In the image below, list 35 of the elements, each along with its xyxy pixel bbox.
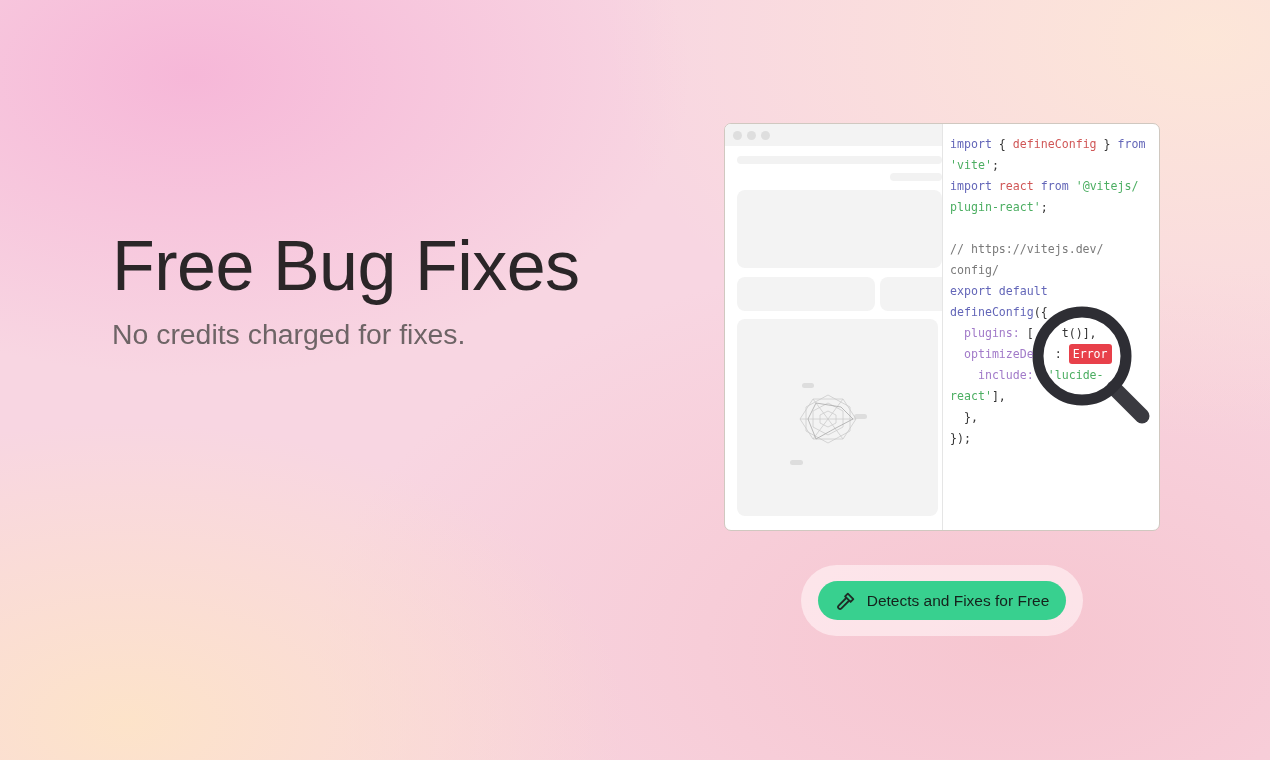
code-token: }, xyxy=(962,410,978,424)
code-token: ({ xyxy=(1033,305,1048,319)
code-token: ; xyxy=(991,158,999,172)
code-token: }); xyxy=(950,431,971,445)
code-token: [ xyxy=(1025,326,1034,340)
code-token: ; xyxy=(1040,200,1048,214)
code-token: 'vite' xyxy=(950,158,992,172)
code-token: } xyxy=(1102,137,1112,151)
hero-title: Free Bug Fixes xyxy=(112,226,581,306)
hero-subtitle: No credits charged for fixes. xyxy=(112,318,467,351)
code-token: react xyxy=(997,179,1034,193)
code-token: optimizeDe xyxy=(962,347,1034,361)
code-token: t()], xyxy=(1060,326,1097,340)
code-token: plugin-react' xyxy=(950,200,1041,214)
code-token: config/ xyxy=(950,263,999,277)
code-token: '@vitejs/ xyxy=(1074,179,1139,193)
code-token: // https://vitejs.dev/ xyxy=(950,242,1104,256)
code-token: import xyxy=(950,179,992,193)
code-token: export default xyxy=(950,284,1048,298)
code-token: plugins: xyxy=(962,326,1020,340)
error-badge: Error xyxy=(1068,344,1112,364)
code-token: from xyxy=(1117,137,1146,151)
code-token: { xyxy=(997,137,1007,151)
code-token: include: xyxy=(976,368,1034,382)
code-token: from xyxy=(1039,179,1069,193)
placeholder-card xyxy=(880,277,942,311)
code-token: : xyxy=(1053,347,1063,361)
code-token: 'lucide- xyxy=(1046,368,1104,382)
code-token: import xyxy=(950,137,992,151)
code-token: react' xyxy=(950,389,992,403)
code-token: ], xyxy=(991,389,1006,403)
placeholder-bar xyxy=(890,173,942,181)
cta-button[interactable]: Detects and Fixes for Free xyxy=(817,581,1067,620)
code-token: defineConfig xyxy=(950,305,1034,319)
code-token: defineConfig xyxy=(1012,137,1097,151)
